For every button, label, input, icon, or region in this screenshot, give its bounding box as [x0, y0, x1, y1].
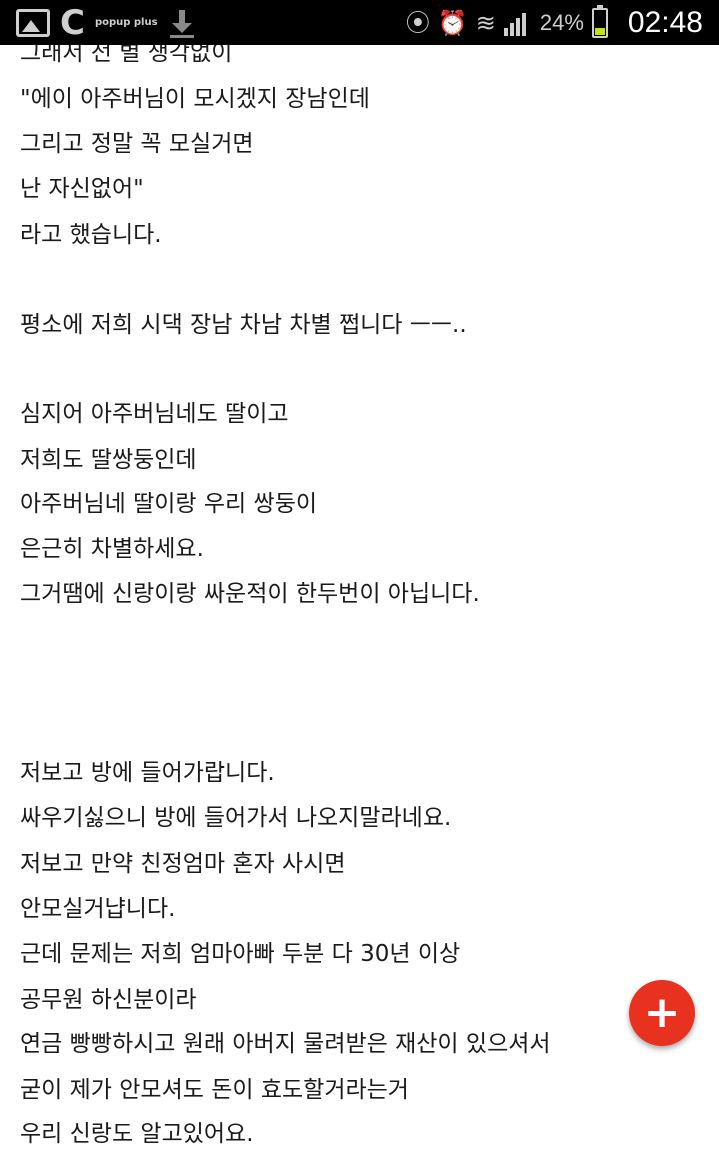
post-line: 안모실거냡니다. [20, 896, 176, 922]
post-line: "에이 아주버님이 모시겠지 장남인데 [20, 86, 370, 112]
post-line: 연금 빵빵하시고 원래 아버지 물려받은 재산이 있으셔서 [20, 1031, 551, 1057]
add-button[interactable]: + [629, 980, 695, 1046]
battery-icon [591, 4, 608, 38]
post-line: 심지어 아주버님네도 딸이고 [20, 401, 289, 427]
download-icon [168, 8, 196, 38]
post-line: 공무원 하신분이라 [20, 987, 197, 1013]
post-line: 라고 했습니다. [20, 222, 162, 248]
battery-percent: 24% [539, 9, 584, 35]
post-line: 그거땜에 신랑이랑 싸운적이 한두번이 아닙니다. [20, 581, 480, 607]
post-line: 저희도 딸쌍둥인데 [20, 447, 197, 473]
post-line: 아주버님네 딸이랑 우리 쌍둥이 [20, 491, 318, 517]
post-line: 은근히 차별하세요. [20, 536, 204, 562]
post-line: 우리 신랑도 알고있어요. [20, 1121, 254, 1147]
clock: 02:48 [627, 5, 703, 39]
system-icons: ⦿ ⏰ ≋ 24% 02:48 [406, 0, 703, 45]
post-line: 저보고 방에 들어가랍니다. [20, 760, 275, 786]
plus-icon: + [643, 987, 681, 1038]
post-line: 난 자신없어" [20, 176, 144, 202]
signal-icon [503, 10, 532, 36]
post-line: 그리고 정말 꼭 모실거면 [20, 131, 254, 157]
gallery-icon [16, 8, 50, 37]
post-line: 저보고 만약 친정엄마 혼자 사시면 [20, 851, 346, 877]
post-line: 싸우기싫으니 방에 들어가서 나오지말라네요. [20, 805, 452, 831]
wifi-icon: ≋ [475, 8, 496, 37]
post-line: 굳이 제가 안모셔도 돈이 효도할거라는거 [20, 1077, 409, 1103]
post-line: 평소에 저희 시댁 장남 차남 차별 쩝니다 ㅡㅡ.. [20, 312, 467, 338]
notification-icons: C popup plus [16, 0, 196, 45]
status-bar: C popup plus ⦿ ⏰ ≋ 24% 02:48 [0, 0, 719, 45]
popup-plus-icon: popup plus [94, 16, 158, 28]
alarm-icon: ⏰ [437, 8, 468, 37]
c-icon: C [60, 2, 85, 43]
vibrate-mute-icon: ⦿ [405, 8, 430, 37]
popup-plus-label: popup plus [94, 16, 158, 28]
post-line: 근데 문제는 저희 엄마아빠 두분 다 30년 이상 [20, 941, 461, 967]
